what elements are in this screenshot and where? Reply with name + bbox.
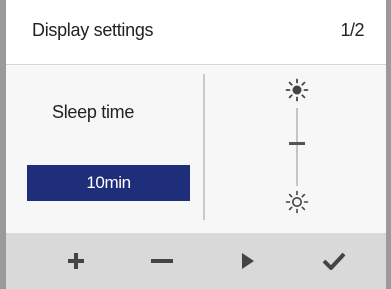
confirm-button[interactable] (304, 233, 364, 289)
setting-value-selected[interactable]: 10min (27, 165, 190, 201)
page-indicator: 1/2 (340, 20, 364, 40)
header-bar: Display settings 1/2 (6, 0, 386, 65)
brightness-slider-handle[interactable] (289, 142, 305, 145)
check-icon (322, 252, 346, 270)
footer-bar (6, 233, 386, 289)
page-title: Display settings (32, 20, 154, 40)
brightness-slider-track[interactable] (296, 108, 298, 186)
sun-outline-icon (285, 190, 309, 214)
sun-filled-icon (285, 78, 309, 102)
setting-label: Sleep time (52, 102, 135, 122)
plus-icon (68, 253, 84, 269)
increase-button[interactable] (46, 233, 106, 289)
next-button[interactable] (218, 233, 278, 289)
decrease-button[interactable] (132, 233, 192, 289)
vertical-divider (203, 74, 205, 220)
play-icon (242, 253, 254, 269)
display-screen: Display settings 1/2 Sleep time 10min (6, 0, 386, 289)
minus-icon (151, 259, 173, 263)
